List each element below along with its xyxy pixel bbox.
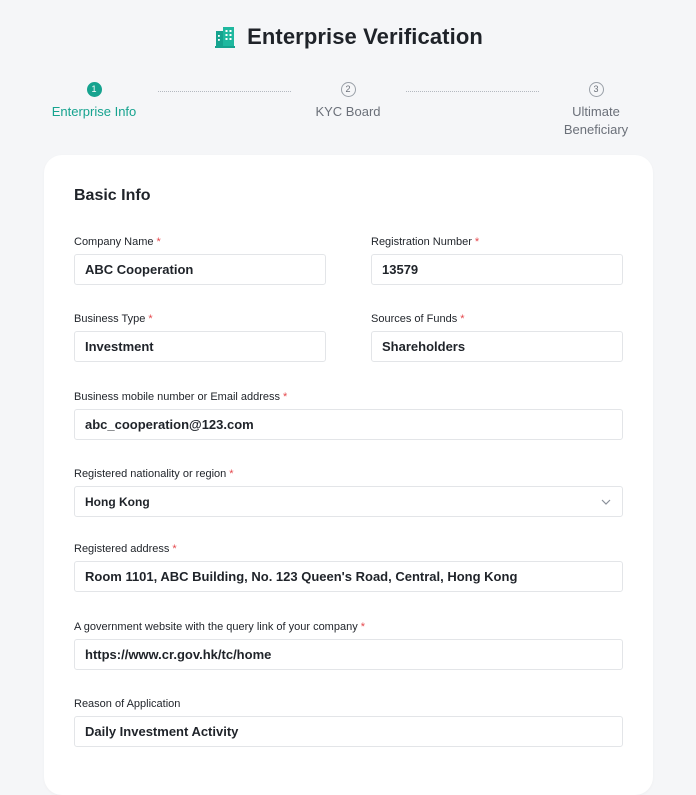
field-label: Reason of Application [74,698,181,710]
required-mark: * [283,391,288,403]
sources-of-funds-input[interactable]: Shareholders [371,331,623,362]
step-label: KYC Board [315,104,381,119]
required-mark: * [229,468,234,480]
step-label: Ultimate Beneficiary [563,104,629,137]
section-title: Basic Info [74,187,151,204]
step-label: Enterprise Info [51,104,137,119]
required-mark: * [474,236,480,248]
field-label: A government website with the query link… [74,621,358,633]
field-label: Registered nationality or region [74,468,227,480]
nationality-field: Registered nationality or region * Hong K… [74,467,623,517]
field-label: Business mobile number or Email address [74,391,281,403]
step-connector [158,91,291,92]
page-header: Enterprise Verification [0,24,696,50]
step-enterprise-info[interactable]: 1 Enterprise Info [24,82,164,121]
reason-input[interactable]: Daily Investment Activity [74,716,623,747]
website-input[interactable]: https://www.cr.gov.hk/tc/home [74,639,623,670]
registration-number-input[interactable]: 13579 [371,254,623,285]
required-mark: * [360,621,365,633]
business-type-field: Business Type * Investment [74,312,326,362]
required-mark: * [172,543,177,555]
registration-number-field: Registration Number * 13579 [371,235,623,285]
website-field: A government website with the query link… [74,620,623,670]
step-connector [406,91,539,92]
required-mark: * [148,313,153,325]
contact-input[interactable]: abc_cooperation@123.com [74,409,623,440]
selected-value: Hong Kong [85,494,150,509]
field-label: Business Type [74,313,146,325]
reason-field: Reason of Application Daily Investment A… [74,697,623,747]
company-name-input[interactable]: ABC Cooperation [74,254,326,285]
field-label: Company Name [74,236,154,248]
nationality-select[interactable]: Hong Kong [74,486,623,517]
contact-field: Business mobile number or Email address *… [74,390,623,440]
step-number: 2 [340,82,356,97]
step-number: 3 [588,82,604,97]
step-number: 1 [86,82,102,97]
page-title: Enterprise Verification [247,24,483,49]
chevron-down-icon [601,499,611,505]
address-field: Registered address * Room 1101, ABC Build… [74,542,623,592]
progress-stepper: 1 Enterprise Info 2 KYC Board 3 Ultimate… [0,82,696,142]
required-mark: * [156,236,161,248]
step-kyc-board[interactable]: 2 KYC Board [278,82,418,121]
building-icon [215,27,236,48]
step-ultimate-beneficiary[interactable]: 3 Ultimate Beneficiary [526,82,666,139]
field-label: Sources of Funds [371,313,458,325]
business-type-input[interactable]: Investment [74,331,326,362]
sources-of-funds-field: Sources of Funds * Shareholders [371,312,623,362]
address-input[interactable]: Room 1101, ABC Building, No. 123 Queen's… [74,561,623,592]
field-label: Registration Number [371,236,472,248]
company-name-field: Company Name * ABC Cooperation [74,235,326,285]
required-mark: * [460,313,465,325]
field-label: Registered address [74,543,170,555]
basic-info-card: Basic Info Company Name * ABC Cooperation… [44,155,653,795]
